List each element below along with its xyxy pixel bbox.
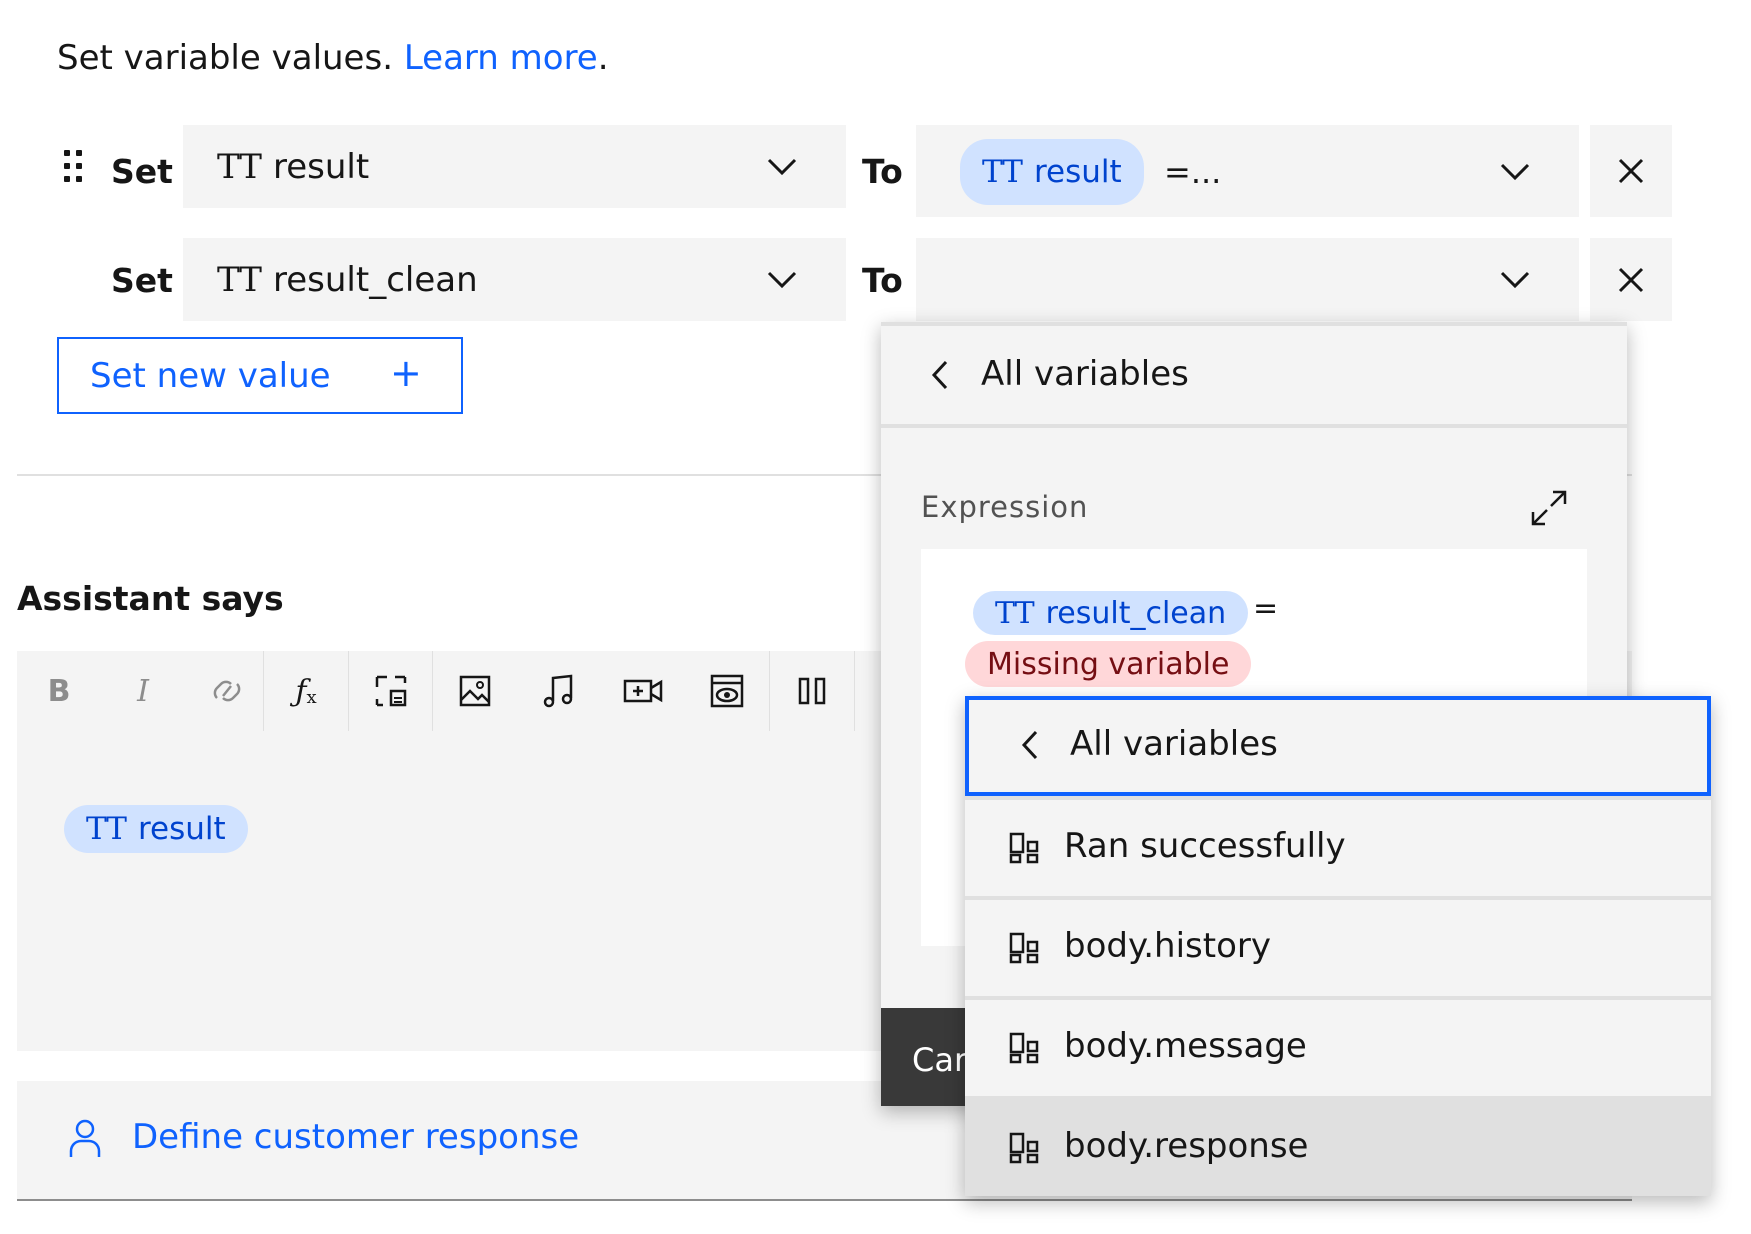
variable-option-label: body.message bbox=[1064, 1026, 1307, 1066]
expression-variable-label: result_clean bbox=[1045, 595, 1227, 631]
panel-header-label: All variables bbox=[981, 354, 1189, 394]
missing-variable-tag: Missing variable bbox=[965, 641, 1252, 687]
italic-icon[interactable]: I bbox=[101, 651, 185, 731]
content-variable-tag[interactable]: TT result bbox=[64, 805, 248, 853]
value-suffix: =... bbox=[1164, 153, 1222, 191]
set-label: Set bbox=[111, 152, 173, 191]
columns-icon[interactable] bbox=[770, 651, 854, 731]
text-type-icon: TT bbox=[86, 811, 127, 847]
remove-row-button[interactable] bbox=[1590, 125, 1672, 217]
variable-option[interactable]: body.message bbox=[965, 996, 1711, 1096]
video-icon[interactable] bbox=[601, 651, 685, 731]
variable-option[interactable]: body.history bbox=[965, 896, 1711, 996]
expression-label: Expression bbox=[921, 490, 1089, 524]
value-variable-tag: TT result bbox=[960, 139, 1144, 205]
chevron-left-icon bbox=[931, 360, 948, 390]
value-variable-tag-label: result bbox=[1033, 154, 1122, 190]
audio-icon[interactable] bbox=[517, 651, 601, 731]
object-icon bbox=[1009, 932, 1039, 964]
intro-text: Set variable values. Learn more. bbox=[57, 38, 609, 78]
variable-option-label: body.response bbox=[1064, 1126, 1309, 1166]
text-type-icon: TT bbox=[995, 595, 1035, 631]
set-variable-select[interactable]: TT result_clean bbox=[183, 238, 846, 321]
chevron-down-icon bbox=[767, 271, 797, 289]
to-label: To bbox=[862, 261, 903, 300]
iframe-icon[interactable] bbox=[685, 651, 769, 731]
set-variable-value: result bbox=[273, 146, 370, 187]
set-label: Set bbox=[111, 261, 173, 300]
chevron-left-icon bbox=[1021, 730, 1038, 760]
variable-option-selected[interactable]: body.response bbox=[965, 1096, 1711, 1196]
learn-more-link[interactable]: Learn more bbox=[404, 38, 598, 78]
expression-operator: = bbox=[1253, 591, 1279, 626]
cancel-button[interactable]: Car bbox=[881, 1008, 971, 1106]
text-type-icon: TT bbox=[982, 154, 1023, 190]
define-customer-response-label: Define customer response bbox=[132, 1117, 580, 1157]
set-variable-select[interactable]: TT result bbox=[183, 125, 846, 208]
variables-dropdown: All variables Ran successfully body.hist… bbox=[965, 696, 1711, 1196]
cancel-label: Car bbox=[912, 1041, 968, 1079]
to-value-select[interactable]: TT result =... bbox=[916, 125, 1579, 217]
object-icon bbox=[1009, 832, 1039, 864]
content-variable-tag-label: result bbox=[137, 811, 226, 847]
intro-text-label: Set variable values. bbox=[57, 38, 404, 78]
chevron-down-icon bbox=[767, 158, 797, 176]
to-value-select[interactable] bbox=[916, 238, 1579, 321]
text-type-icon: TT bbox=[217, 259, 262, 300]
chevron-down-icon bbox=[1500, 163, 1530, 181]
intro-period: . bbox=[597, 38, 609, 78]
assistant-says-title: Assistant says bbox=[17, 579, 284, 618]
to-label: To bbox=[862, 152, 903, 191]
object-icon bbox=[1009, 1032, 1039, 1064]
image-icon[interactable] bbox=[433, 651, 517, 731]
chevron-down-icon bbox=[1500, 271, 1530, 289]
expand-icon[interactable] bbox=[1529, 488, 1569, 528]
dropdown-header-label: All variables bbox=[1070, 724, 1278, 764]
close-icon bbox=[1618, 267, 1644, 293]
dynamic-image-icon[interactable] bbox=[349, 651, 433, 731]
drag-handle-icon[interactable] bbox=[64, 150, 86, 184]
remove-row-button[interactable] bbox=[1590, 238, 1672, 321]
user-icon bbox=[69, 1119, 101, 1157]
bold-icon[interactable]: B bbox=[17, 651, 101, 731]
plus-icon: + bbox=[390, 351, 422, 395]
variable-option-label: body.history bbox=[1064, 926, 1271, 966]
variable-option[interactable]: Ran successfully bbox=[965, 796, 1711, 896]
set-new-value-button[interactable]: Set new value + bbox=[57, 337, 463, 414]
dropdown-back-header[interactable]: All variables bbox=[965, 696, 1711, 796]
function-icon[interactable]: ƒx bbox=[264, 651, 348, 731]
link-icon[interactable] bbox=[185, 651, 269, 731]
set-variable-value: result_clean bbox=[273, 259, 478, 300]
variable-option-label: Ran successfully bbox=[1064, 826, 1346, 866]
text-type-icon: TT bbox=[217, 146, 262, 187]
close-icon bbox=[1618, 158, 1644, 184]
set-new-value-label: Set new value bbox=[90, 356, 331, 396]
panel-back-header[interactable]: All variables bbox=[881, 326, 1627, 428]
expression-variable-tag: TT result_clean bbox=[973, 591, 1249, 635]
object-icon bbox=[1009, 1132, 1039, 1164]
